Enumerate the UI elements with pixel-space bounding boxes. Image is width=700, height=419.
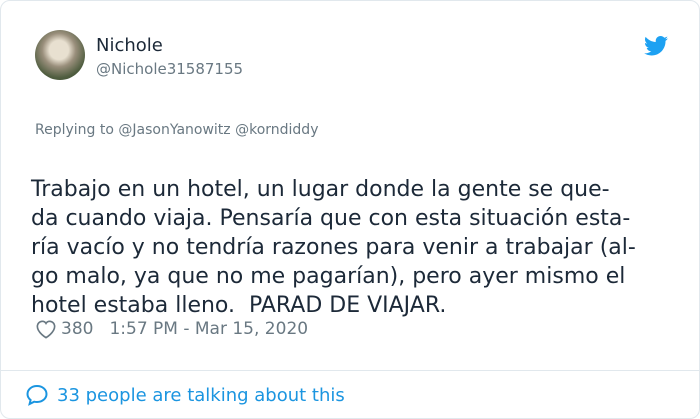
tweet-meta: 380 1:57 PM - Mar 15, 2020 [35, 319, 308, 339]
heart-icon[interactable] [35, 319, 57, 339]
tweet-text: Trabajo en un hotel, un lugar donde la g… [31, 146, 681, 378]
twitter-bird-icon[interactable] [644, 36, 668, 56]
conversation-label: 33 people are talking about this [57, 384, 345, 406]
tweet-line: hotel estaba lleno. PARAD DE VIAJAR. [31, 293, 447, 318]
author-name[interactable]: Nichole [96, 35, 163, 56]
tweet-card: Nichole @Nichole31587155 Replying to @Ja… [0, 0, 700, 419]
divider [1, 370, 699, 371]
like-count[interactable]: 380 [61, 319, 93, 339]
conversation-link[interactable]: 33 people are talking about this [25, 384, 345, 406]
speech-bubble-icon [26, 384, 48, 406]
avatar[interactable] [35, 30, 85, 80]
timestamp[interactable]: 1:57 PM - Mar 15, 2020 [109, 319, 308, 339]
author-handle[interactable]: @Nichole31587155 [96, 60, 243, 78]
replying-to[interactable]: Replying to @JasonYanowitz @korndiddy [35, 122, 318, 138]
tweet-line: Trabajo en un hotel, un lugar donde la g… [31, 177, 610, 202]
tweet-line: da cuando viaja. Pensaría que con esta s… [31, 206, 631, 231]
tweet-line: go malo, ya que no me pagarían), pero ay… [31, 264, 626, 289]
tweet-line: ría vacío y no tendría razones para veni… [31, 235, 636, 260]
